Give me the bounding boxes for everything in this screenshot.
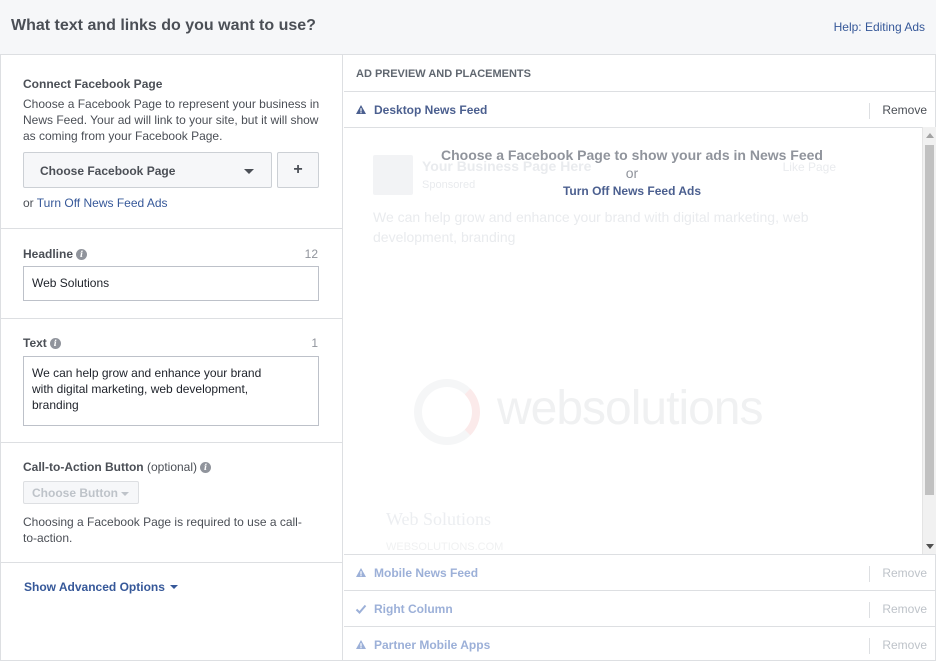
or-text: or (23, 196, 34, 210)
placement-name: Partner Mobile Apps (374, 638, 491, 652)
caret-down-icon (121, 492, 129, 496)
facebook-page-dropdown[interactable]: Choose Facebook Page (23, 152, 272, 188)
turn-off-row: or Turn Off News Feed Ads (23, 195, 323, 211)
placement-partner-mobile-apps[interactable]: Partner Mobile Apps Remove (344, 627, 936, 661)
choose-page-message: Choose a Facebook Page to show your ads … (441, 147, 823, 163)
or-text: or (625, 165, 639, 181)
placement-name: Desktop News Feed (374, 103, 488, 117)
cta-label: Call-to-Action Button (23, 460, 144, 474)
warning-icon (356, 568, 366, 577)
text-label: Text (23, 336, 47, 350)
headline-counter: 12 (304, 247, 318, 261)
headline-label-row: Headline i (23, 247, 88, 261)
page-title: What text and links do you want to use? (11, 17, 316, 34)
text-section: Text i 1 We can help grow and enhance you… (0, 319, 343, 443)
connect-page-description: Choose a Facebook Page to represent your… (23, 97, 320, 143)
preview-header-title: AD PREVIEW AND PLACEMENTS (356, 68, 531, 80)
ad-preview-area: Your Business Page Here Sponsored Like P… (344, 127, 936, 555)
warning-icon (356, 105, 366, 114)
preview-header: AD PREVIEW AND PLACEMENTS (344, 55, 936, 92)
headline-label: Headline (23, 247, 74, 261)
left-panel: Connect Facebook Page Choose a Facebook … (0, 55, 343, 661)
connect-page-section: Connect Facebook Page Choose a Facebook … (0, 55, 343, 229)
ghost-logo-icon (414, 379, 480, 445)
preview-panel: AD PREVIEW AND PLACEMENTS Desktop News F… (344, 55, 936, 661)
scroll-thumb[interactable] (925, 145, 934, 495)
remove-link[interactable]: Remove (869, 566, 927, 582)
placement-desktop-news-feed[interactable]: Desktop News Feed Remove (344, 92, 936, 128)
turn-off-news-feed-link[interactable]: Turn Off News Feed Ads (344, 184, 920, 198)
headline-input[interactable]: Web Solutions (23, 266, 319, 301)
ghost-brand-text: websolutions (497, 382, 763, 435)
text-textarea[interactable]: We can help grow and enhance your brand … (23, 356, 319, 426)
remove-link[interactable]: Remove (869, 602, 927, 618)
preview-scrollbar[interactable] (922, 127, 936, 554)
check-icon (355, 604, 367, 614)
info-icon[interactable]: i (76, 249, 88, 260)
text-label-row: Text i (23, 336, 61, 350)
caret-down-icon (244, 169, 254, 174)
placement-name: Right Column (374, 602, 453, 616)
add-page-button[interactable]: + (277, 152, 319, 188)
cta-label-row: Call-to-Action Button (optional) i (23, 460, 212, 474)
remove-link[interactable]: Remove (869, 103, 927, 119)
placement-right-column[interactable]: Right Column Remove (344, 591, 936, 627)
choose-button-dropdown[interactable]: Choose Button (23, 481, 139, 504)
dropdown-label: Choose Facebook Page (40, 164, 176, 178)
advanced-label: Show Advanced Options (24, 580, 165, 594)
caret-down-icon (169, 585, 178, 589)
text-counter: 1 (311, 336, 318, 350)
cta-optional: (optional) (146, 460, 198, 474)
scroll-down-icon[interactable] (926, 544, 934, 549)
help-link[interactable]: Help: Editing Ads (834, 20, 925, 34)
placement-name: Mobile News Feed (374, 566, 479, 580)
ghost-body-text: We can help grow and enhance your brand … (373, 209, 809, 245)
headline-section: Headline i 12 Web Solutions (0, 229, 343, 319)
connect-page-label: Connect Facebook Page (23, 77, 163, 91)
ghost-headline: Web Solutions (386, 509, 492, 529)
placement-mobile-news-feed[interactable]: Mobile News Feed Remove (344, 555, 936, 591)
remove-link[interactable]: Remove (869, 638, 927, 654)
show-advanced-options[interactable]: Show Advanced Options (24, 580, 178, 594)
cta-note: Choosing a Facebook Page is required to … (23, 515, 302, 545)
turn-off-news-feed-link[interactable]: Turn Off News Feed Ads (37, 196, 168, 210)
scroll-up-icon[interactable] (926, 133, 934, 138)
preview-message: Choose a Facebook Page to show your ads … (344, 147, 920, 198)
choose-button-label: Choose Button (32, 486, 118, 500)
top-bar: What text and links do you want to use? … (0, 0, 936, 55)
info-icon[interactable]: i (200, 462, 212, 473)
ghost-url: WEBSOLUTIONS.COM (386, 541, 504, 553)
info-icon[interactable]: i (49, 338, 61, 349)
warning-icon (356, 640, 366, 649)
